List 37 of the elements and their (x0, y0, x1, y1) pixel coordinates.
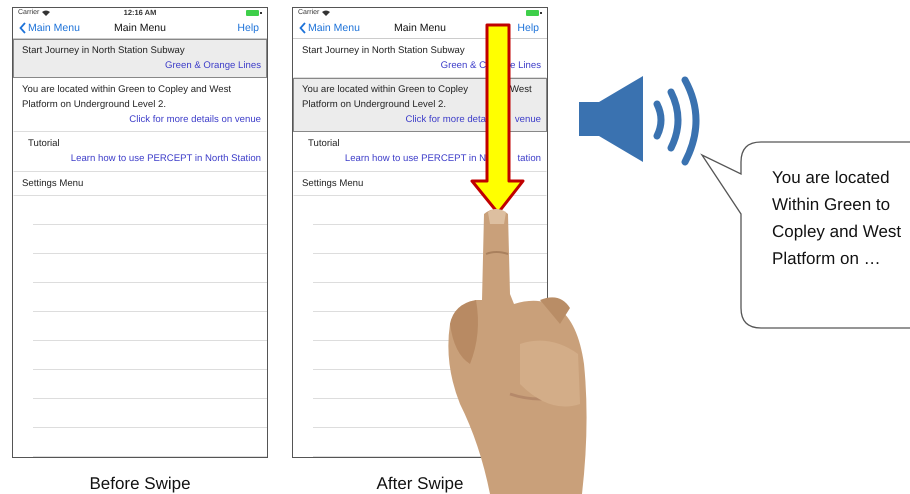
link[interactable]: Green & C (440, 60, 486, 72)
chevron-left-icon (19, 22, 26, 34)
back-link[interactable]: Main Menu (19, 22, 80, 34)
chevron-left-icon (299, 22, 306, 34)
caption: Before Swipe (89, 474, 191, 494)
row-text: Settings Menu (302, 178, 364, 190)
back-link[interactable]: Main Menu (299, 22, 360, 34)
battery-icon (526, 10, 542, 16)
help-link[interactable]: Help (237, 22, 259, 34)
row-text: Start Journey in North Station Subway (302, 45, 465, 57)
row-text: West (510, 84, 532, 96)
help-link[interactable]: Help (517, 22, 539, 34)
row-text: Platform on Underground Level 2. (302, 99, 446, 111)
row-text: Tutorial (27, 138, 60, 150)
bubble-text: You are located Within Green to Copley and West Platform on … (772, 167, 902, 270)
caption: After Swipe (376, 474, 464, 494)
row-text: You are located within Green to Copley (302, 84, 468, 96)
wifi-icon (42, 10, 50, 16)
row-text: Start Journey in North Station Subway (22, 45, 185, 57)
menu-row[interactable]: You are located within Green to Copley West Platform on Underground Level 2. Click for more deta venue (293, 78, 547, 132)
link[interactable]: tation (518, 153, 541, 165)
row-text: Tutorial (307, 138, 340, 150)
link[interactable]: Learn how to use PERCEPT in North Station (70, 153, 261, 165)
battery-icon (246, 10, 262, 16)
nav-title: Main Menu (394, 22, 446, 34)
nav-title: Main Menu (114, 22, 166, 34)
row-text: You are located within Green to Copley and West (22, 84, 232, 96)
link[interactable]: Click for more details on venue (129, 114, 261, 126)
link[interactable]: Click for more deta (405, 114, 486, 126)
wifi-icon (322, 10, 330, 16)
row-text: Settings Menu (22, 178, 84, 190)
link[interactable]: e Lines (510, 60, 541, 72)
link[interactable]: Learn how to use PERCEPT in N (344, 153, 486, 165)
link[interactable]: venue (514, 114, 541, 126)
menu-row[interactable]: Start Journey in North Station Subway Green & Orange Lines (13, 39, 267, 78)
row-text: Platform on Underground Level 2. (22, 99, 166, 111)
link[interactable]: Green & Orange Lines (165, 60, 261, 72)
